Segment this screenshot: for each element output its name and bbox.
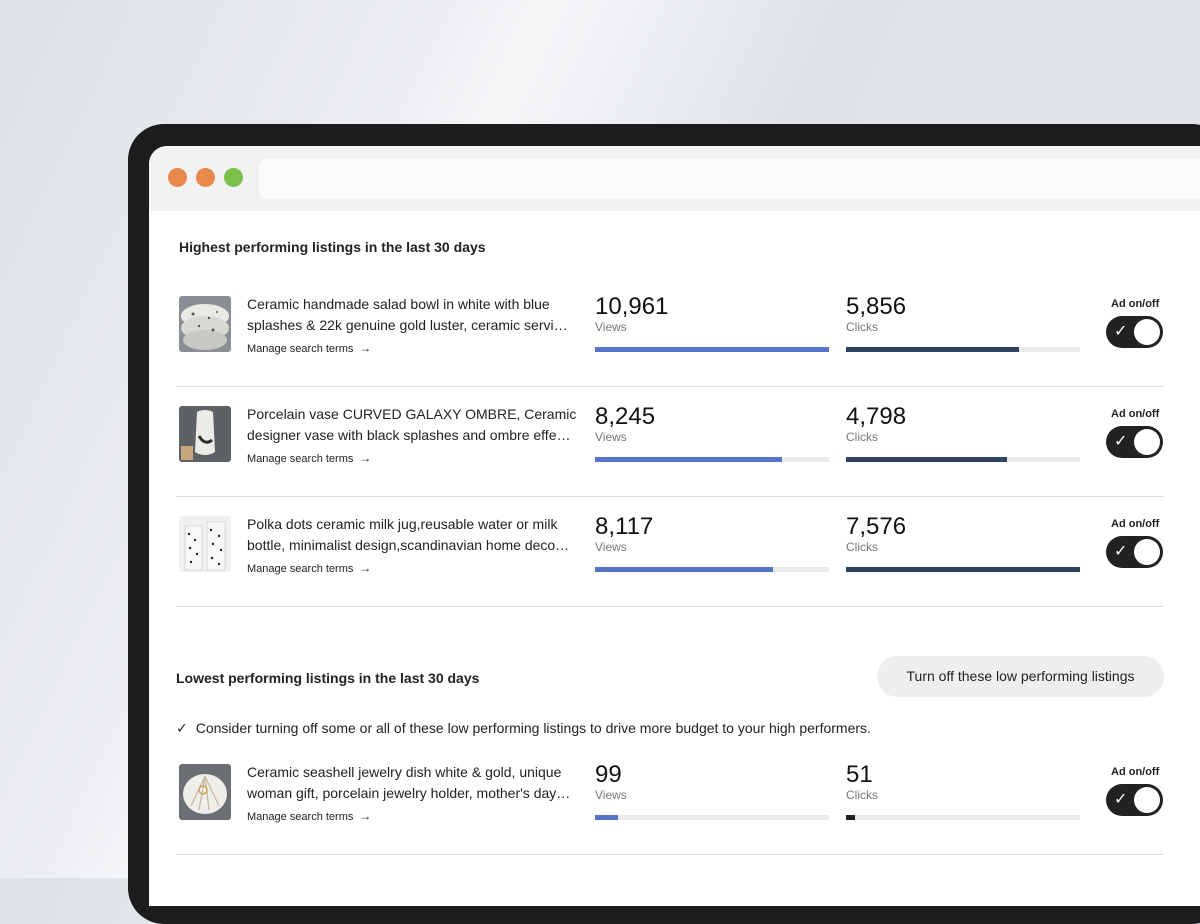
views-metric: 8,117 Views <box>595 513 829 572</box>
views-bar-fill <box>595 567 773 572</box>
manage-search-terms-link[interactable]: Manage search terms → <box>247 341 371 355</box>
views-label: Views <box>595 320 627 334</box>
toggle-knob <box>1134 319 1160 345</box>
listing-row: Porcelain vase CURVED GALAXY OMBRE, Cera… <box>176 390 1164 500</box>
clicks-metric: 4,798 Clicks <box>846 403 1080 462</box>
clicks-count: 51 <box>846 761 873 788</box>
arrow-right-icon: → <box>359 451 372 465</box>
row-divider <box>176 496 1164 497</box>
manage-search-terms-link[interactable]: Manage search terms → <box>247 809 371 823</box>
views-count: 99 <box>595 761 622 788</box>
jug-image-icon <box>179 516 231 572</box>
toggle-knob <box>1134 539 1160 565</box>
toggle-knob <box>1134 429 1160 455</box>
toggle-knob <box>1134 787 1160 813</box>
views-count: 8,117 <box>595 513 654 540</box>
ad-toggle-label: Ad on/off <box>1111 518 1160 530</box>
views-bar-fill <box>595 457 783 462</box>
ad-toggle[interactable]: ✓ <box>1106 426 1163 458</box>
turn-off-low-performers-button[interactable]: Turn off these low performing listings <box>877 656 1164 697</box>
views-bar <box>595 457 829 462</box>
clicks-bar <box>846 567 1080 572</box>
listing-thumbnail[interactable] <box>179 764 231 820</box>
views-bar <box>595 815 829 820</box>
arrow-right-icon: → <box>359 561 372 575</box>
listing-thumbnail[interactable] <box>179 406 231 462</box>
clicks-count: 5,856 <box>846 293 907 320</box>
bowl-image-icon <box>179 296 231 352</box>
lowest-section-title: Lowest performing listings in the last 3… <box>176 670 480 686</box>
clicks-metric: 7,576 Clicks <box>846 513 1080 572</box>
recommendation-hint: ✓ Consider turning off some or all of the… <box>176 720 871 736</box>
manage-search-terms-link[interactable]: Manage search terms → <box>247 561 371 575</box>
seashell-image-icon <box>179 764 231 820</box>
clicks-bar <box>846 815 1080 820</box>
highest-section-title: Highest performing listings in the last … <box>179 239 486 255</box>
listing-title[interactable]: Ceramic seashell jewelry dish white & go… <box>247 762 582 804</box>
close-window-button[interactable] <box>168 168 187 187</box>
check-icon: ✓ <box>1114 791 1128 808</box>
views-label: Views <box>595 788 627 802</box>
browser-toolbar <box>149 146 1200 211</box>
listing-row: Ceramic seashell jewelry dish white & go… <box>176 748 1164 858</box>
clicks-count: 7,576 <box>846 513 907 540</box>
listing-title[interactable]: Polka dots ceramic milk jug,reusable wat… <box>247 514 582 556</box>
row-divider <box>176 606 1164 607</box>
clicks-metric: 5,856 Clicks <box>846 293 1080 352</box>
vase-image-icon <box>179 406 231 462</box>
clicks-label: Clicks <box>846 320 878 334</box>
maximize-window-button[interactable] <box>224 168 243 187</box>
views-metric: 10,961 Views <box>595 293 829 352</box>
listing-title[interactable]: Porcelain vase CURVED GALAXY OMBRE, Cera… <box>247 404 582 446</box>
arrow-right-icon: → <box>359 809 372 823</box>
listing-row: Polka dots ceramic milk jug,reusable wat… <box>176 500 1164 610</box>
views-bar <box>595 347 829 352</box>
views-bar-fill <box>595 347 829 352</box>
clicks-bar-fill <box>846 347 1020 352</box>
manage-search-terms-link[interactable]: Manage search terms → <box>247 451 371 465</box>
views-bar-fill <box>595 815 619 820</box>
minimize-window-button[interactable] <box>196 168 215 187</box>
ad-toggle-label: Ad on/off <box>1111 408 1160 420</box>
views-bar <box>595 567 829 572</box>
clicks-count: 4,798 <box>846 403 907 430</box>
clicks-label: Clicks <box>846 430 878 444</box>
listing-title[interactable]: Ceramic handmade salad bowl in white wit… <box>247 294 582 336</box>
ad-toggle[interactable]: ✓ <box>1106 316 1163 348</box>
arrow-right-icon: → <box>359 341 372 355</box>
clicks-label: Clicks <box>846 788 878 802</box>
address-bar[interactable] <box>259 159 1200 199</box>
clicks-bar <box>846 457 1080 462</box>
listing-thumbnail[interactable] <box>179 296 231 352</box>
check-icon: ✓ <box>1114 543 1128 560</box>
ad-toggle-label: Ad on/off <box>1111 766 1160 778</box>
views-label: Views <box>595 540 627 554</box>
ad-toggle[interactable]: ✓ <box>1106 784 1163 816</box>
clicks-metric: 51 Clicks <box>846 761 1080 820</box>
clicks-label: Clicks <box>846 540 878 554</box>
ad-toggle[interactable]: ✓ <box>1106 536 1163 568</box>
ad-toggle-label: Ad on/off <box>1111 298 1160 310</box>
views-metric: 8,245 Views <box>595 403 829 462</box>
clicks-bar-fill <box>846 815 856 820</box>
check-icon: ✓ <box>176 720 188 736</box>
row-divider <box>176 386 1164 387</box>
clicks-bar-fill <box>846 567 1080 572</box>
views-count: 10,961 <box>595 293 669 320</box>
listing-row: Ceramic handmade salad bowl in white wit… <box>176 280 1164 390</box>
views-metric: 99 Views <box>595 761 829 820</box>
views-count: 8,245 <box>595 403 656 430</box>
check-icon: ✓ <box>1114 433 1128 450</box>
check-icon: ✓ <box>1114 323 1128 340</box>
listing-thumbnail[interactable] <box>179 516 231 572</box>
views-label: Views <box>595 430 627 444</box>
clicks-bar <box>846 347 1080 352</box>
row-divider <box>176 854 1164 855</box>
clicks-bar-fill <box>846 457 1008 462</box>
